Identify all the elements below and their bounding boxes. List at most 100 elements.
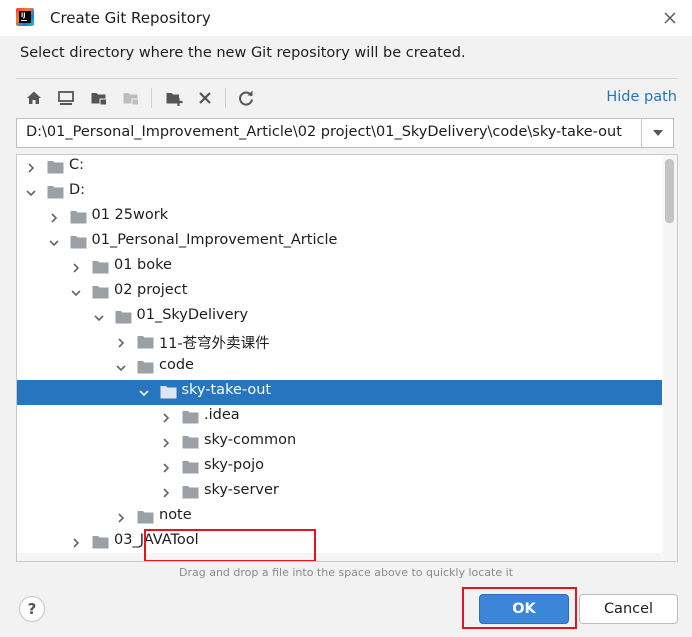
tree-row-label: .idea (204, 407, 240, 423)
tree-row[interactable]: code (17, 355, 662, 380)
tree-row-label: sky-server (204, 482, 279, 498)
folder-icon (160, 386, 176, 399)
tree-row-label: 01 boke (114, 257, 172, 273)
tree-row-label: C: (69, 157, 85, 173)
folder-icon (47, 186, 64, 199)
home-button[interactable] (22, 86, 46, 110)
chevron-right-icon[interactable] (25, 162, 37, 174)
dialog-description: Select directory where the new Git repos… (20, 45, 466, 61)
refresh-icon (239, 90, 253, 106)
chevron-right-icon[interactable] (70, 537, 82, 549)
tree-row[interactable]: 01 boke (17, 255, 662, 280)
directory-tree[interactable]: C: D: 01 25work 01_Personal_Improvement_Art… (16, 154, 678, 562)
tree-row[interactable]: sky-common (17, 430, 662, 455)
cancel-button[interactable]: Cancel (579, 594, 678, 624)
folder-icon (70, 211, 86, 224)
tree-row[interactable]: sky-pojo (17, 455, 662, 480)
folder-icon (92, 286, 109, 299)
project-button[interactable] (87, 86, 111, 110)
delete-button[interactable] (193, 86, 217, 110)
chevron-down-icon (652, 130, 663, 136)
close-button[interactable] (656, 4, 684, 32)
folder-icon (92, 536, 109, 549)
tree-row[interactable]: .idea (17, 405, 662, 430)
tree-row-label: 01_Personal_Improvement_Article (91, 232, 338, 248)
tree-row-label: D: (69, 182, 86, 198)
hide-path-link[interactable]: Hide path (606, 89, 677, 105)
chevron-right-icon[interactable] (115, 512, 127, 524)
folder-icon (137, 361, 154, 374)
chevron-right-icon[interactable] (160, 412, 172, 424)
folder-icon (70, 236, 86, 249)
tree-row-label: note (159, 507, 192, 523)
path-combobox[interactable]: D:\01_Personal_Improvement_Article\02 pr… (16, 118, 674, 148)
path-input[interactable]: D:\01_Personal_Improvement_Article\02 pr… (26, 124, 622, 140)
tree-row[interactable]: 01_SkyDelivery (17, 305, 662, 330)
module-button[interactable] (119, 86, 143, 110)
folder-icon (137, 336, 154, 349)
delete-icon (199, 92, 211, 104)
chevron-right-icon[interactable] (160, 487, 172, 499)
window-title: Create Git Repository (50, 9, 211, 27)
intellij-logo-icon: IJ (16, 8, 34, 26)
folder-icon (182, 436, 199, 449)
folder-icon (137, 511, 154, 524)
new-folder-button[interactable] (162, 86, 186, 110)
desktop-button[interactable] (54, 86, 78, 110)
highlight-box (144, 529, 316, 561)
folder-icon (182, 486, 199, 499)
horizontal-scrollbar[interactable] (17, 553, 662, 561)
chevron-down-icon[interactable] (70, 287, 82, 299)
tree-row-label: sky-take-out (181, 382, 272, 398)
chevron-right-icon[interactable] (70, 262, 82, 274)
tree-row[interactable]: note (17, 505, 662, 530)
tree-row-label: sky-common (204, 432, 297, 448)
chevron-right-icon[interactable] (115, 337, 127, 349)
folder-icon (115, 311, 131, 324)
home-icon (27, 91, 41, 104)
path-dropdown-button[interactable] (641, 119, 673, 147)
folder-icon (47, 161, 64, 174)
tree-row-label: code (159, 357, 194, 373)
chevron-right-icon[interactable] (160, 462, 172, 474)
desktop-icon (58, 91, 74, 105)
close-icon (664, 12, 676, 24)
tree-row-label: sky-pojo (204, 457, 264, 473)
drag-drop-hint: Drag and drop a file into the space abov… (178, 566, 514, 579)
chevron-right-icon[interactable] (160, 437, 172, 449)
help-button[interactable]: ? (19, 596, 45, 622)
tree-row[interactable]: 01_Personal_Improvement_Article (17, 230, 662, 255)
chevron-down-icon[interactable] (48, 237, 60, 249)
tree-row[interactable]: sky-server (17, 480, 662, 505)
tree-row[interactable]: sky-take-out (17, 380, 662, 405)
ok-button[interactable]: OK (479, 594, 569, 624)
new-folder-icon (166, 93, 183, 106)
folder-icon (182, 461, 199, 474)
chevron-down-icon[interactable] (25, 187, 37, 199)
chevron-down-icon[interactable] (138, 387, 150, 399)
tree-row[interactable]: 02 project (17, 280, 662, 305)
chevron-down-icon[interactable] (93, 312, 105, 324)
tree-row-label: 11-苍穹外卖课件 (159, 336, 270, 352)
tree-row-label: 01 25work (91, 207, 169, 223)
vertical-scrollbar[interactable] (663, 155, 677, 561)
tree-row[interactable]: D: (17, 180, 662, 205)
folder-icon (182, 411, 199, 424)
scrollbar-thumb[interactable] (665, 159, 674, 223)
divider (16, 78, 678, 79)
tree-row[interactable]: 11-苍穹外卖课件 (17, 330, 662, 355)
tree-row[interactable]: 01 25work (17, 205, 662, 230)
tree-row[interactable]: C: (17, 155, 662, 180)
folder-icon (92, 261, 109, 274)
module-folder-icon (123, 93, 139, 106)
tree-row-label: 02 project (114, 282, 188, 298)
toolbar-separator (225, 88, 226, 108)
title-bar: IJ Create Git Repository (0, 0, 692, 36)
chevron-down-icon[interactable] (115, 362, 127, 374)
tree-row-label: 01_SkyDelivery (136, 307, 249, 323)
project-folder-icon (91, 93, 107, 106)
toolbar-separator (151, 88, 152, 108)
tree-row[interactable]: 03_JAVATool (17, 530, 662, 555)
refresh-button[interactable] (234, 86, 258, 110)
chevron-right-icon[interactable] (48, 212, 60, 224)
